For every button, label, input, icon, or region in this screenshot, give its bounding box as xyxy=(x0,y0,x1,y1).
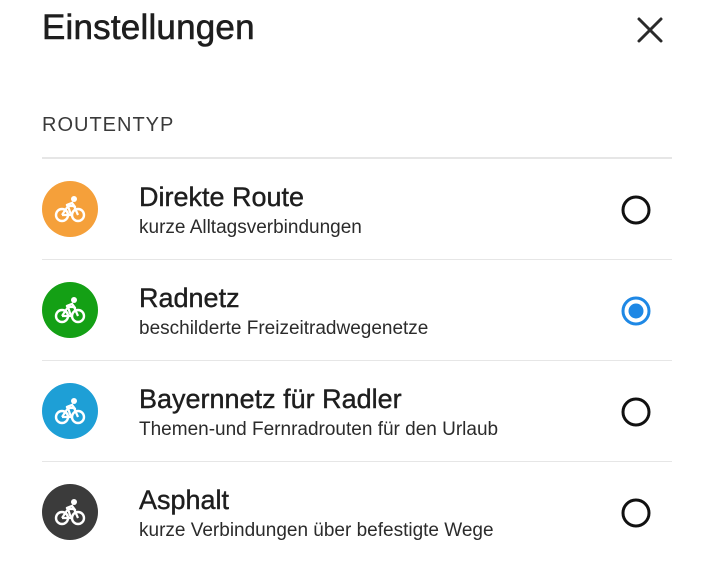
route-option-direkte-route[interactable]: Direkte Route kurze Alltagsverbindungen xyxy=(42,157,672,259)
route-avatar xyxy=(42,484,98,540)
route-subtitle: kurze Verbindungen über befestigte Wege xyxy=(139,520,494,541)
page-title: Einstellungen xyxy=(42,8,255,48)
radio-button[interactable] xyxy=(621,296,651,326)
route-subtitle: Themen-und Fernradrouten für den Urlaub xyxy=(139,419,499,440)
route-avatar xyxy=(42,282,98,338)
route-title: Bayernnetz für Radler xyxy=(139,384,402,414)
route-title: Radnetz xyxy=(139,283,240,313)
route-option-radnetz[interactable]: Radnetz beschilderte Freizeitradwegenetz… xyxy=(42,259,672,360)
route-option-asphalt[interactable]: Asphalt kurze Verbindungen über befestig… xyxy=(42,461,672,562)
radio-button[interactable] xyxy=(621,397,651,427)
radio-ring xyxy=(621,397,651,427)
close-icon xyxy=(637,17,663,43)
radio-button[interactable] xyxy=(621,195,651,225)
close-button[interactable] xyxy=(630,10,670,50)
radio-selected-dot xyxy=(628,303,644,319)
route-subtitle: kurze Alltagsverbindungen xyxy=(139,217,362,238)
route-avatar xyxy=(42,383,98,439)
bicycle-icon xyxy=(54,196,86,223)
bicycle-icon xyxy=(54,398,86,425)
radio-ring xyxy=(621,195,651,225)
settings-dialog: Einstellungen ROUTENTYP Direkte Route ku… xyxy=(0,0,712,578)
route-option-bayernnetz[interactable]: Bayernnetz für Radler Themen-und Fernrad… xyxy=(42,360,672,461)
route-avatar xyxy=(42,181,98,237)
route-title: Asphalt xyxy=(139,485,230,515)
bicycle-icon xyxy=(54,297,86,324)
route-title: Direkte Route xyxy=(139,182,305,212)
radio-button[interactable] xyxy=(621,498,651,528)
radio-ring xyxy=(621,498,651,528)
route-type-list: Direkte Route kurze Alltagsverbindungen … xyxy=(42,157,672,562)
bicycle-icon xyxy=(54,499,86,526)
section-label-routentyp: ROUTENTYP xyxy=(42,114,175,136)
route-subtitle: beschilderte Freizeitradwegenetze xyxy=(139,318,429,339)
